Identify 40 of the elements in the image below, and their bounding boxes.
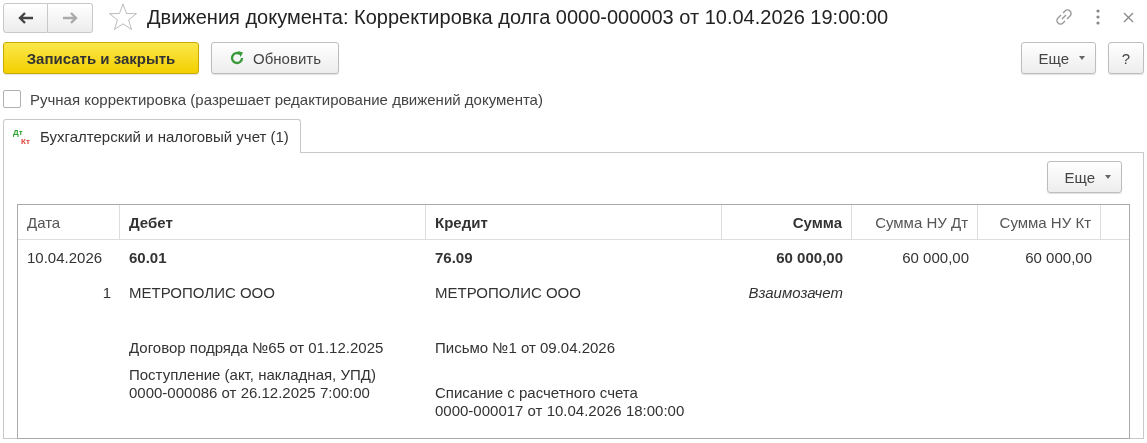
column-header[interactable]: Дебет bbox=[120, 205, 426, 240]
star-icon[interactable] bbox=[108, 3, 138, 31]
table-cell-text: 10.04.2026 bbox=[26, 248, 104, 268]
more-vertical-icon[interactable] bbox=[1095, 9, 1101, 25]
table-cell-text: 76.09 bbox=[434, 248, 474, 268]
table-cell-text: 60 000,00 bbox=[901, 248, 970, 268]
table-cell-text: МЕТРОПОЛИС ООО bbox=[128, 283, 276, 303]
refresh-button[interactable]: Обновить bbox=[211, 42, 339, 74]
back-button[interactable] bbox=[3, 3, 48, 33]
table-cell-text: Договор подряда №65 от 01.12.2025 bbox=[128, 338, 385, 358]
close-icon[interactable] bbox=[1123, 11, 1134, 23]
tab[interactable]: Дт Кт Бухгалтерский и налоговый учет (1) bbox=[3, 119, 301, 153]
table-cell-text: МЕТРОПОЛИС ООО bbox=[434, 283, 582, 303]
more-button[interactable]: Еще bbox=[1021, 42, 1096, 74]
back-arrow-icon bbox=[17, 12, 34, 24]
link-icon[interactable] bbox=[1055, 8, 1073, 26]
help-button[interactable]: ? bbox=[1108, 42, 1144, 74]
window-title: Движения документа: Корректировка долга 0000-000003 от 10.04.2026 19:00:00 bbox=[147, 5, 889, 29]
table-cell-text: 60.01 bbox=[128, 248, 168, 268]
table-cell-text: 1 bbox=[101, 283, 112, 303]
table-cell-text: Списание с расчетного счета 0000-000017 от 10.04.2026 18:00:00 bbox=[434, 383, 686, 421]
table-cell-text: Взаимозачет bbox=[747, 283, 844, 303]
column-header[interactable]: Дата bbox=[18, 205, 120, 240]
caret-icon bbox=[1079, 56, 1085, 60]
column-header[interactable]: Сумма НУ Кт bbox=[978, 205, 1101, 240]
debit-credit-icon: Дт Кт bbox=[13, 127, 35, 146]
manual-correction-checkbox[interactable] bbox=[3, 90, 21, 108]
save-and-close-button[interactable]: Записать и закрыть bbox=[3, 42, 199, 74]
table-cell-text: 60 000,00 bbox=[1024, 248, 1093, 268]
table-cell-text: Письмо №1 от 09.04.2026 bbox=[434, 338, 617, 358]
more-button[interactable]: Еще bbox=[1047, 161, 1122, 193]
checkbox-label: Ручная корректировка (разрешает редактирование движений документа) bbox=[30, 90, 543, 108]
column-header[interactable]: Сумма НУ Дт bbox=[852, 205, 978, 240]
refresh-icon bbox=[229, 50, 246, 66]
column-header[interactable]: Кредит bbox=[426, 205, 722, 240]
caret-icon bbox=[1105, 175, 1111, 179]
table-cell-text: 60 000,00 bbox=[775, 248, 844, 268]
forward-arrow-icon bbox=[62, 12, 78, 24]
column-header[interactable]: Сумма bbox=[722, 205, 852, 240]
table-cell-text: Поступление (акт, накладная, УПД) 0000-000086 от 26.12.2025 7:00:00 bbox=[128, 365, 377, 403]
